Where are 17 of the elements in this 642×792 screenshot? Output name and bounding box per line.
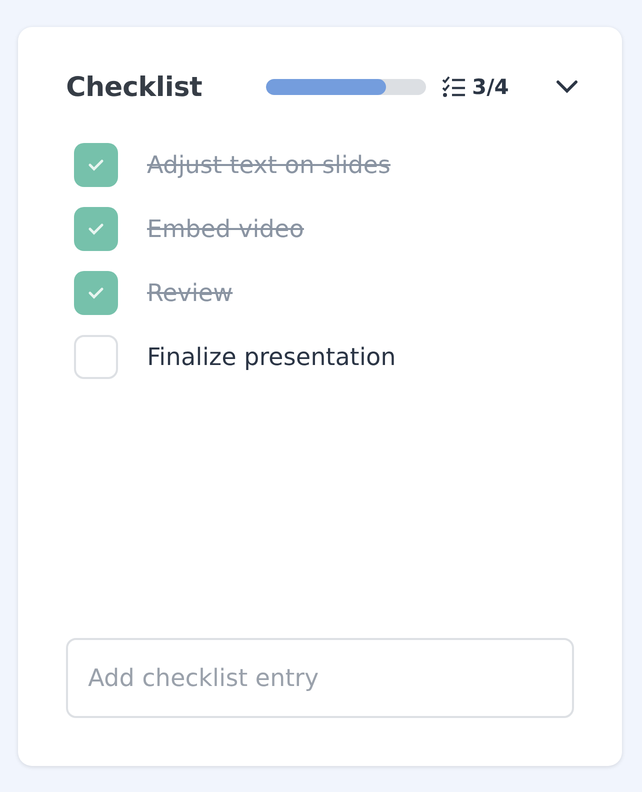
item-label: Finalize presentation — [147, 343, 396, 371]
check-icon — [88, 159, 104, 171]
entry-input-field[interactable]: Add checklist entry — [66, 638, 574, 718]
checkbox[interactable] — [74, 143, 118, 187]
checkbox[interactable] — [74, 335, 118, 379]
item-label: Review — [147, 279, 233, 307]
checklist-icon — [442, 76, 466, 98]
collapse-button[interactable] — [556, 80, 578, 94]
checkbox[interactable] — [74, 207, 118, 251]
chevron-icon — [556, 80, 578, 94]
progress-count: 3/4 — [472, 75, 509, 99]
item-label: Embed video — [147, 215, 304, 243]
check-icon — [88, 223, 104, 235]
checklist-title: Checklist — [66, 72, 204, 102]
item-label: Adjust text on slides — [147, 151, 391, 179]
check-icon — [88, 287, 104, 299]
checkbox[interactable] — [74, 271, 118, 315]
